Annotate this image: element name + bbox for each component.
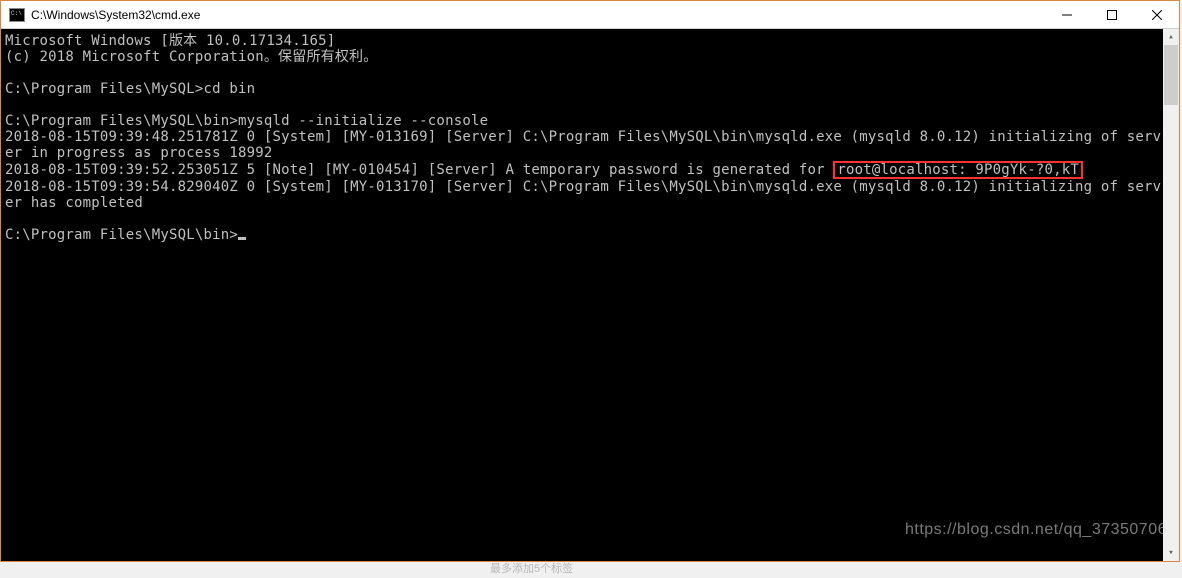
terminal-line: C:\Program Files\MySQL>cd bin (5, 81, 255, 97)
terminal-prompt: C:\Program Files\MySQL\bin> (5, 227, 238, 243)
window-controls (1044, 1, 1179, 28)
cmd-icon (9, 8, 25, 22)
scroll-down-button[interactable]: ▾ (1163, 545, 1179, 561)
cmd-window: C:\Windows\System32\cmd.exe Microsoft Wi… (0, 0, 1180, 562)
terminal-output[interactable]: Microsoft Windows [版本 10.0.17134.165] (c… (1, 29, 1163, 561)
footer-hint: 最多添加5个标签 (490, 560, 573, 576)
terminal-line: (c) 2018 Microsoft Corporation。保留所有权利。 (5, 49, 377, 65)
terminal-line: 2018-08-15T09:39:52.253051Z 5 [Note] [MY… (5, 162, 833, 178)
terminal-line: Microsoft Windows [版本 10.0.17134.165] (5, 33, 335, 49)
minimize-button[interactable] (1044, 1, 1089, 28)
titlebar[interactable]: C:\Windows\System32\cmd.exe (1, 1, 1179, 29)
window-title: C:\Windows\System32\cmd.exe (31, 8, 1044, 22)
terminal-line: 2018-08-15T09:39:54.829040Z 0 [System] [… (5, 179, 1161, 211)
scroll-up-button[interactable]: ▴ (1163, 29, 1179, 45)
vertical-scrollbar[interactable]: ▴ ▾ (1163, 29, 1179, 561)
terminal-line: 2018-08-15T09:39:48.251781Z 0 [System] [… (5, 129, 1161, 161)
maximize-button[interactable] (1089, 1, 1134, 28)
cursor (238, 237, 246, 240)
password-highlight: root@localhost: 9P0gYk-?0,kT (833, 161, 1083, 179)
close-button[interactable] (1134, 1, 1179, 28)
terminal-line: C:\Program Files\MySQL\bin>mysqld --init… (5, 113, 488, 129)
scrollbar-track[interactable] (1163, 45, 1179, 545)
scrollbar-thumb[interactable] (1164, 45, 1178, 105)
